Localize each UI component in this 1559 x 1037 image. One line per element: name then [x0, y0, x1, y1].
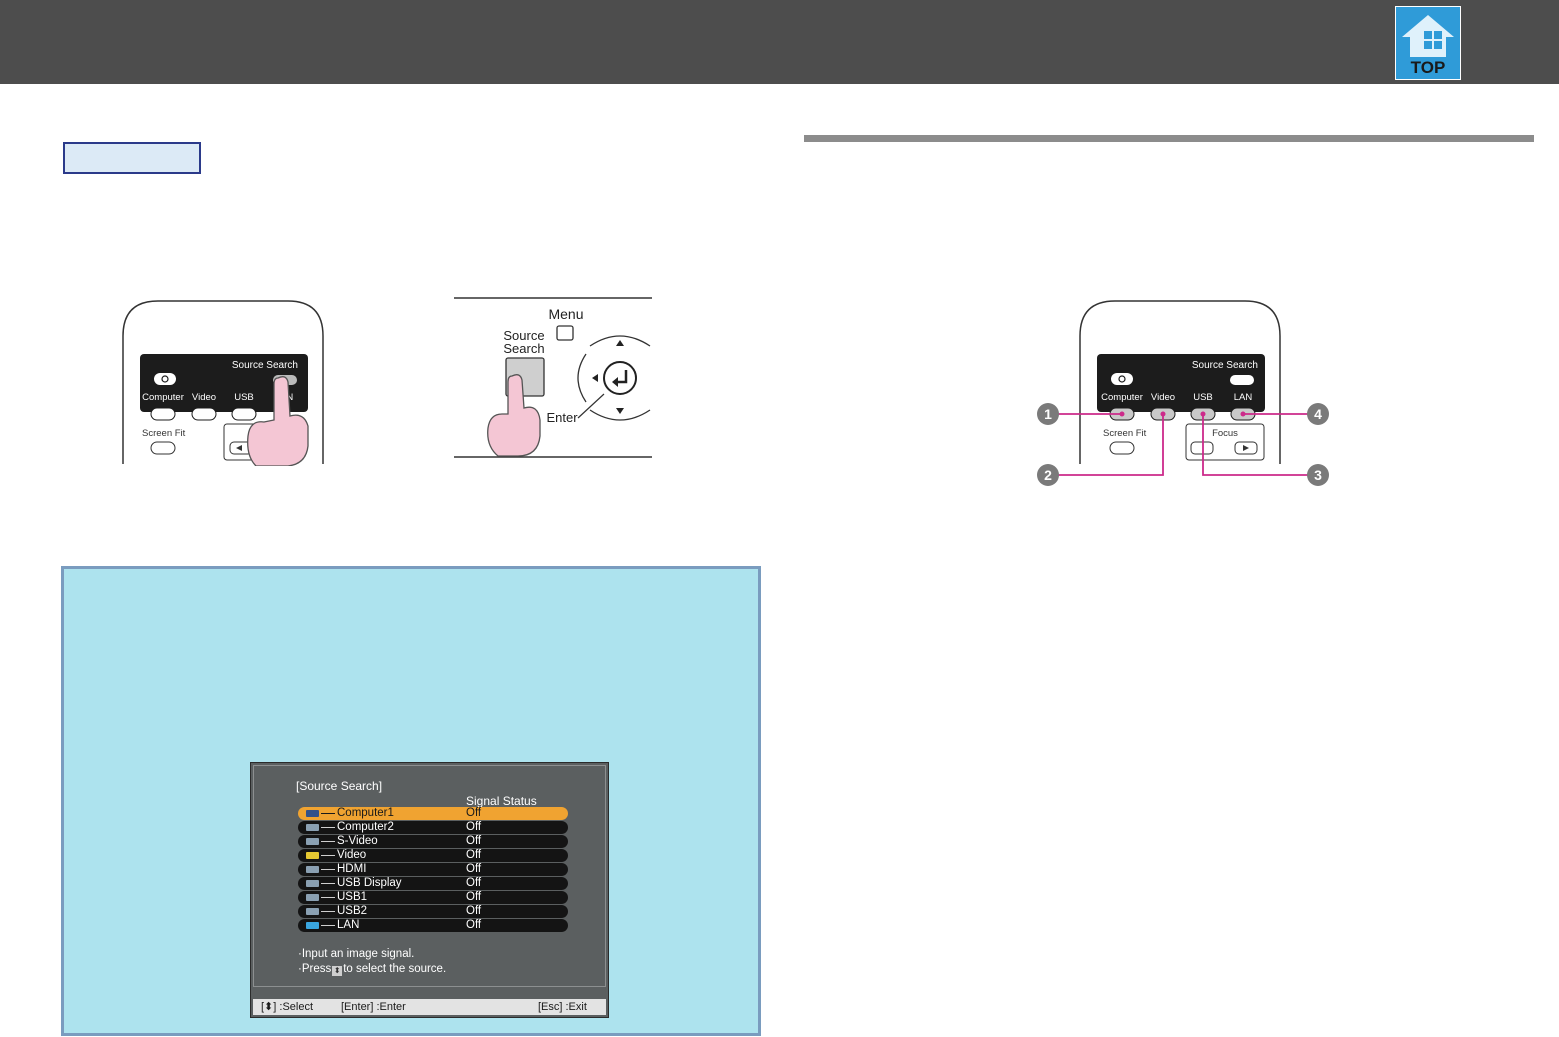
source-search-label: Source Search [1192, 360, 1258, 371]
lan-port-icon [306, 922, 335, 929]
osd-help-line-1: ·Input an image signal. [298, 948, 415, 960]
usb-port-icon [306, 894, 335, 901]
top-button-label: TOP [1410, 58, 1446, 77]
footer-select-hint: [⬍] :Select [261, 1001, 314, 1013]
usb-port-icon [306, 880, 335, 887]
screen-fit-label: Screen Fit [1103, 428, 1147, 439]
source-search-label: Source Search [232, 360, 298, 371]
house-icon [1402, 15, 1454, 57]
top-button[interactable]: TOP [1395, 6, 1461, 80]
usb-label: USB [1193, 392, 1213, 403]
section-divider [804, 135, 1534, 142]
source-row-video[interactable]: Video Off [298, 849, 568, 862]
source-row-usb1[interactable]: USB1 Off [298, 891, 568, 904]
osd-footer: [⬍] :Select [Enter] :Enter [Esc] :Exit [253, 999, 606, 1015]
source-row-computer2[interactable]: Computer2 Off [298, 821, 568, 834]
osd-title: [Source Search] [296, 779, 383, 793]
computer-port-icon [306, 810, 335, 817]
callout-1: 1 [1044, 406, 1052, 422]
up-down-arrow-icon: ⬍ [332, 966, 343, 976]
focus-label: Focus [1212, 428, 1238, 439]
source-row-usb-display[interactable]: USB Display Off [298, 877, 568, 890]
video-label: Video [192, 392, 216, 403]
computer-label: Computer [1101, 392, 1143, 403]
source-row-hdmi[interactable]: HDMI Off [298, 863, 568, 876]
lan-label: LAN [1234, 392, 1253, 403]
callout-3: 3 [1314, 467, 1322, 483]
usb-port-icon [306, 908, 335, 915]
signal-status-header: Signal Status [466, 794, 537, 808]
procedure-tag [63, 142, 201, 174]
callout-4: 4 [1314, 406, 1322, 422]
remote-control-illustration-left: Source Search Computer Video USB LAN Scr… [118, 296, 328, 467]
source-list: Computer1 Off Computer2 Off S-Video Off Vid… [298, 807, 568, 933]
projector-control-panel-illustration: Menu Source Search Enter [452, 296, 654, 460]
computer-label: Computer [142, 392, 184, 403]
callout-2: 2 [1044, 467, 1052, 483]
osd-panel: [Source Search] Signal Status Computer1 O… [253, 765, 606, 987]
video-port-icon [306, 852, 335, 859]
computer-port-icon [306, 824, 335, 831]
source-row-computer1[interactable]: Computer1 Off [298, 807, 568, 820]
header-bar [0, 0, 1559, 84]
enter-label: Enter [546, 410, 578, 425]
footer-exit-hint: [Esc] :Exit [538, 1001, 587, 1013]
remote-control-illustration-right: Source Search Computer Video USB LAN Scr… [1030, 296, 1340, 486]
footer-enter-hint: [Enter] :Enter [341, 1001, 406, 1013]
source-row-usb2[interactable]: USB2 Off [298, 905, 568, 918]
source-row-lan[interactable]: LAN Off [298, 919, 568, 932]
osd-help-line-2: ·Press ⬍ to select the source. [298, 963, 447, 976]
source-row-s-video[interactable]: S-Video Off [298, 835, 568, 848]
usb-label: USB [234, 392, 254, 403]
menu-label: Menu [548, 306, 583, 322]
video-label: Video [1151, 392, 1175, 403]
source-search-screen: [Source Search] Signal Status Computer1 O… [250, 762, 609, 1018]
s-video-port-icon [306, 838, 335, 845]
search-label: Search [503, 341, 544, 356]
screen-fit-label: Screen Fit [142, 428, 186, 439]
hdmi-port-icon [306, 866, 335, 873]
